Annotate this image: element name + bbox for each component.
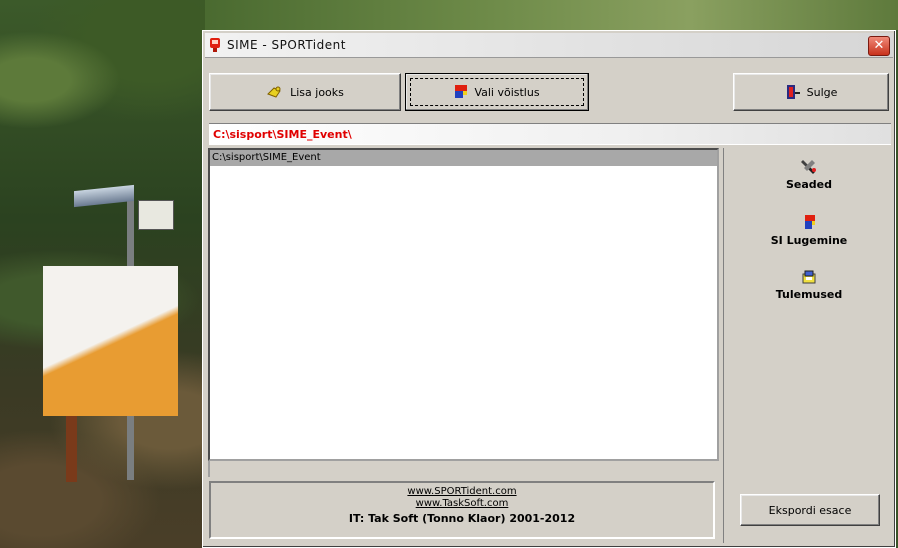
close-button[interactable]: Sulge: [733, 73, 889, 111]
si-card-icon: [805, 215, 815, 229]
results-label: Tulemused: [775, 288, 843, 301]
close-label: Sulge: [806, 85, 838, 99]
exit-door-icon: [786, 85, 800, 99]
title-bar[interactable]: SIME - SPORTident ✕: [205, 33, 893, 58]
add-run-icon: [267, 86, 281, 98]
credits-panel: www.SPORTident.com www.TaskSoft.com IT: …: [209, 481, 715, 539]
control-number-plate: [138, 200, 174, 230]
select-start-button[interactable]: Vali võistlus: [405, 73, 589, 111]
export-label: Ekspordi esace: [768, 503, 852, 517]
si-read-label: SI Lugemine: [770, 234, 848, 247]
results-tool[interactable]: Tulemused: [724, 268, 894, 301]
settings-tool[interactable]: Seaded: [724, 158, 894, 191]
window-close-button[interactable]: ✕: [868, 36, 890, 56]
add-run-button[interactable]: Lisa jooks: [209, 73, 401, 111]
si-read-tool[interactable]: SI Lugemine: [724, 214, 894, 247]
settings-label: Seaded: [785, 178, 832, 191]
results-icon: [802, 270, 816, 284]
list-item[interactable]: C:\sisport\SIME_Event: [210, 150, 717, 166]
export-button[interactable]: Ekspordi esace: [740, 494, 880, 526]
focus-ring: [410, 78, 584, 106]
orienteering-flag: [43, 266, 178, 416]
current-path: C:\sisport\SIME_Event\: [209, 123, 891, 145]
add-run-label: Lisa jooks: [290, 85, 344, 99]
sportident-link[interactable]: www.SPORTident.com: [211, 486, 713, 498]
side-panel: Seaded SI Lugemine Tulemused Ekspordi es…: [723, 148, 894, 543]
list-scrollbar[interactable]: [208, 461, 719, 477]
window-title: SIME - SPORTident: [227, 38, 346, 52]
background-photo-top: [205, 0, 898, 30]
event-list[interactable]: C:\sisport\SIME_Event: [208, 148, 719, 461]
tasksoft-link[interactable]: www.TaskSoft.com: [211, 498, 713, 510]
app-window: SIME - SPORTident ✕ Lisa jooks Vali võis…: [202, 30, 896, 548]
settings-tools-icon: [801, 160, 816, 174]
author-text: IT: Tak Soft (Tonno Klaor) 2001-2012: [348, 512, 576, 525]
app-icon: [210, 38, 220, 52]
